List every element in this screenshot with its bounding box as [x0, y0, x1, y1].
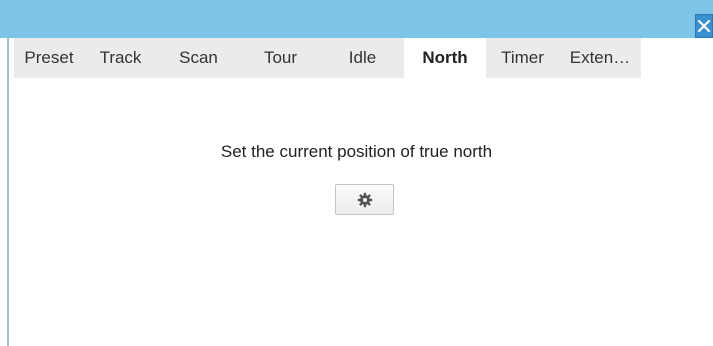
tab-north[interactable]: North — [404, 38, 486, 78]
tab-scan[interactable]: Scan — [157, 38, 240, 78]
gear-icon — [357, 192, 372, 207]
tab-idle[interactable]: Idle — [321, 38, 404, 78]
set-north-button[interactable] — [335, 184, 394, 215]
tab-tour[interactable]: Tour — [240, 38, 321, 78]
tab-preset[interactable]: Preset — [14, 38, 84, 78]
close-icon — [697, 19, 711, 33]
tab-bar: Preset Track Scan Tour Idle North Timer … — [14, 38, 641, 78]
panel-left-border — [7, 38, 9, 346]
dialog: Preset Track Scan Tour Idle North Timer … — [0, 0, 713, 346]
tab-timer[interactable]: Timer — [486, 38, 559, 78]
title-bar — [0, 0, 713, 38]
close-button[interactable] — [695, 14, 713, 38]
tab-track[interactable]: Track — [84, 38, 157, 78]
north-description: Set the current position of true north — [220, 142, 493, 161]
tab-extension[interactable]: Exten… — [559, 38, 641, 78]
